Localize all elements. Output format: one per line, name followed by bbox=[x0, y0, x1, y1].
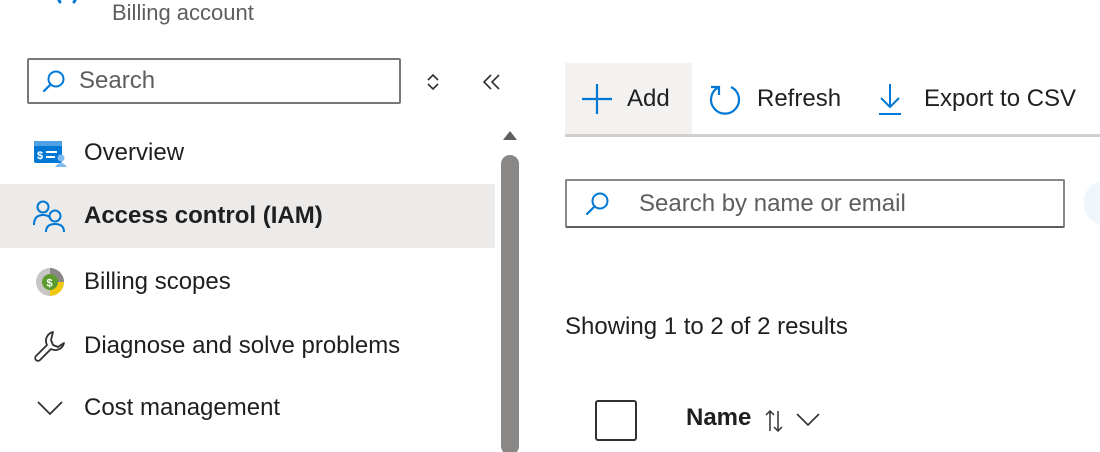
chevron-down-icon bbox=[32, 390, 68, 426]
page: Billing account $ bbox=[0, 0, 1100, 452]
sidebar-item-label: Cost management bbox=[84, 394, 281, 421]
page-subtitle: Billing account bbox=[112, 0, 254, 25]
add-button[interactable]: Add bbox=[565, 63, 692, 134]
download-icon bbox=[870, 79, 910, 119]
column-header-name[interactable]: Name bbox=[686, 404, 751, 432]
sidebar-item-label: Access control (IAM) bbox=[84, 202, 323, 229]
svg-text:$: $ bbox=[37, 150, 43, 162]
export-csv-button[interactable]: Export to CSV bbox=[870, 63, 1076, 134]
double-chevron-left-icon[interactable] bbox=[480, 70, 506, 94]
scroll-up-icon[interactable] bbox=[501, 128, 519, 142]
search-icon bbox=[29, 60, 79, 102]
sidebar-item-billing-scopes[interactable]: $ Billing scopes bbox=[0, 250, 495, 314]
user-icon bbox=[46, 0, 96, 10]
refresh-button-label: Refresh bbox=[757, 84, 842, 112]
search-icon bbox=[567, 181, 627, 226]
sidebar-item-overview[interactable]: $ Overview bbox=[0, 121, 495, 185]
updown-icon[interactable] bbox=[421, 70, 445, 94]
member-search-input[interactable] bbox=[639, 189, 1049, 218]
sidebar-item-label: Diagnose and solve problems bbox=[84, 332, 401, 359]
billing-scope-icon: $ bbox=[32, 264, 68, 300]
scrollbar-thumb[interactable] bbox=[501, 155, 519, 452]
add-button-label: Add bbox=[627, 84, 670, 112]
sidebar-search-input[interactable] bbox=[79, 67, 379, 95]
sidebar-item-access-control[interactable]: Access control (IAM) bbox=[0, 184, 495, 248]
billing-overview-icon: $ bbox=[32, 135, 68, 171]
filter-pill[interactable] bbox=[1084, 181, 1100, 225]
people-icon bbox=[32, 198, 68, 234]
svg-text:$: $ bbox=[47, 278, 53, 290]
sidebar-item-diagnose[interactable]: Diagnose and solve problems bbox=[0, 314, 495, 378]
sidebar-search[interactable] bbox=[27, 58, 401, 104]
member-search[interactable] bbox=[565, 179, 1065, 228]
select-all-checkbox[interactable] bbox=[595, 400, 637, 441]
sidebar-item-cost-management[interactable]: Cost management bbox=[0, 376, 495, 440]
results-count: Showing 1 to 2 of 2 results bbox=[565, 313, 848, 340]
sort-icon[interactable] bbox=[763, 408, 785, 434]
refresh-icon bbox=[705, 79, 745, 119]
command-bar: Add Refresh Export to CSV bbox=[565, 63, 1100, 137]
sidebar-item-label: Overview bbox=[84, 139, 185, 166]
chevron-down-icon[interactable] bbox=[795, 410, 821, 428]
export-csv-label: Export to CSV bbox=[924, 84, 1077, 112]
plus-icon bbox=[577, 79, 617, 119]
wrench-icon bbox=[32, 328, 68, 364]
sidebar-item-label: Billing scopes bbox=[84, 268, 231, 295]
refresh-button[interactable]: Refresh bbox=[705, 63, 841, 134]
